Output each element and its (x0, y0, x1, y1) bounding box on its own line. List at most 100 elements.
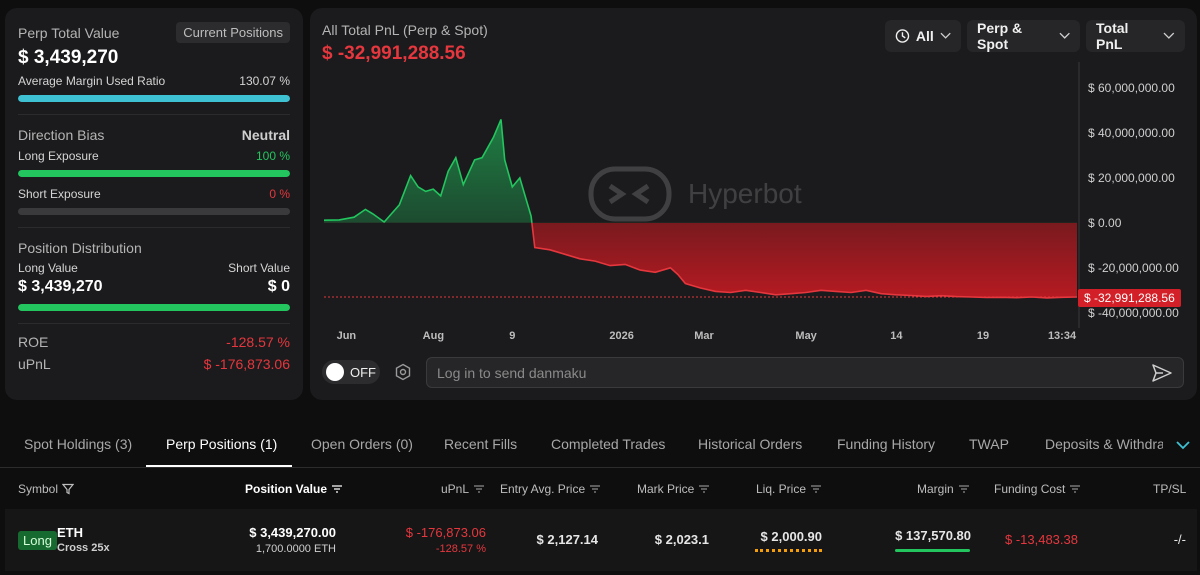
tab-deposits-withdrawals[interactable]: Deposits & Withdraw (1045, 436, 1163, 452)
x-tick-label: 9 (509, 330, 516, 342)
active-tab-indicator (146, 465, 292, 467)
send-icon[interactable] (1151, 363, 1173, 383)
chevron-down-icon[interactable] (1176, 440, 1190, 450)
col-liq-price-label: Liq. Price (756, 482, 807, 496)
avg-margin-bar (18, 95, 290, 102)
col-mark-price-label: Mark Price (637, 482, 695, 496)
long-exposure-value: 100 % (255, 149, 290, 163)
y-tick-label: $ -40,000,000.00 (1088, 305, 1179, 320)
liq-distance-indicator (755, 549, 822, 552)
x-tick-label: Mar (694, 330, 714, 342)
tab-completed-trades[interactable]: Completed Trades (551, 436, 665, 452)
tab-perp-positions[interactable]: Perp Positions (1) (166, 436, 277, 452)
tab-funding-history[interactable]: Funding History (837, 436, 935, 452)
sort-icon (1070, 485, 1081, 493)
danmaku-input[interactable] (437, 364, 1151, 381)
position-distribution-label: Position Distribution (18, 240, 142, 256)
liq-price: $ 2,000.90 (760, 529, 822, 544)
short-exposure-value: 0 % (269, 187, 290, 201)
avg-margin-value: 130.07 % (239, 74, 290, 88)
avg-margin-label: Average Margin Used Ratio (18, 74, 166, 88)
summary-card: Perp Total Value Current Positions $ 3,4… (5, 8, 303, 400)
y-tick-label: $ -20,000,000.00 (1088, 260, 1179, 275)
short-exposure-label: Short Exposure (18, 187, 101, 201)
x-tick-label: 14 (890, 330, 903, 342)
tab-twap[interactable]: TWAP (969, 436, 1009, 452)
tab-open-orders[interactable]: Open Orders (0) (311, 436, 413, 452)
col-mark-price[interactable]: Mark Price (637, 482, 710, 496)
margin-bar (895, 549, 970, 552)
short-value: $ 0 (267, 278, 290, 295)
col-funding-cost[interactable]: Funding Cost (994, 482, 1081, 496)
table-row[interactable]: Long ETH Cross 25x $ 3,439,270.00 1,700.… (5, 509, 1197, 571)
tab-recent-fills[interactable]: Recent Fills (444, 436, 517, 452)
current-positions-button[interactable]: Current Positions (176, 22, 290, 43)
direction-bias-value: Neutral (241, 127, 290, 143)
upnl-label: uPnL (18, 356, 51, 372)
avg-margin-bar-fill (18, 95, 290, 102)
roe-value: -128.57 % (226, 334, 290, 350)
current-value-label: $ -32,991,288.56 (1078, 289, 1181, 307)
y-tick-label: $ 20,000,000.00 (1088, 170, 1175, 185)
danmaku-input-box[interactable] (426, 357, 1184, 388)
funding-cost: $ -13,483.38 (1004, 532, 1078, 547)
leverage-label: Cross 25x (57, 542, 110, 554)
distribution-bar-fill (18, 304, 290, 311)
position-size: 1,700.0000 ETH (255, 543, 336, 555)
col-margin[interactable]: Margin (917, 482, 970, 496)
perp-total-value: $ 3,439,270 (18, 47, 119, 68)
col-margin-label: Margin (917, 482, 954, 496)
tab-historical-orders[interactable]: Historical Orders (698, 436, 802, 452)
upnl-percent: -128.57 % (435, 543, 486, 555)
col-position-value[interactable]: Position Value (245, 482, 343, 496)
col-entry-price[interactable]: Entry Avg. Price (500, 482, 601, 496)
col-upnl[interactable]: uPnL (441, 482, 485, 496)
sort-icon (332, 485, 343, 493)
x-tick-label: 13:34 (1047, 330, 1077, 342)
perp-total-value-label: Perp Total Value (18, 24, 120, 41)
tab-spot-holdings[interactable]: Spot Holdings (3) (24, 436, 132, 452)
coin-symbol[interactable]: ETH (57, 525, 83, 540)
divider (18, 227, 290, 228)
upnl-value: $ -176,873.06 (203, 356, 290, 372)
mark-price: $ 2,023.1 (654, 532, 709, 547)
roe-label: ROE (18, 334, 49, 350)
position-value: $ 3,439,270.00 (249, 525, 336, 540)
danmaku-toggle-label: OFF (350, 364, 376, 380)
short-value-label: Short Value (228, 261, 290, 275)
tpsl-value[interactable]: -/- (1174, 532, 1186, 547)
sort-icon (474, 485, 485, 493)
y-tick-label: $ 40,000,000.00 (1088, 125, 1175, 140)
margin-value: $ 137,570.80 (895, 528, 971, 543)
sort-icon (699, 485, 710, 493)
long-value: $ 3,439,270 (18, 278, 103, 295)
x-tick-label: Aug (422, 330, 445, 342)
col-symbol[interactable]: Symbol (18, 482, 75, 496)
positions-tabs: Spot Holdings (3) Perp Positions (1) Ope… (0, 420, 1200, 468)
col-entry-price-label: Entry Avg. Price (500, 482, 586, 496)
col-symbol-label: Symbol (18, 482, 59, 496)
col-liq-price[interactable]: Liq. Price (756, 482, 822, 496)
pnl-chart-card: All Total PnL (Perp & Spot) $ -32,991,28… (310, 8, 1197, 400)
y-tick-label: $ 60,000,000.00 (1088, 80, 1175, 95)
filter-icon[interactable] (62, 483, 75, 495)
entry-price: $ 2,127.14 (536, 532, 598, 547)
col-tpsl: TP/SL (1153, 482, 1187, 496)
sort-icon (958, 485, 969, 493)
long-value-label: Long Value (18, 261, 78, 275)
long-exposure-bar (18, 170, 290, 177)
x-tick-label: May (795, 330, 817, 342)
toggle-knob (326, 363, 344, 381)
side-badge: Long (18, 531, 57, 550)
y-tick-label: $ 0.00 (1088, 215, 1122, 230)
col-position-value-label: Position Value (245, 482, 328, 496)
direction-bias-label: Direction Bias (18, 127, 105, 143)
settings-icon[interactable] (394, 363, 412, 381)
x-tick-label: 2026 (609, 330, 634, 342)
long-exposure-label: Long Exposure (18, 149, 99, 163)
long-exposure-bar-fill (18, 170, 290, 177)
short-exposure-bar (18, 208, 290, 215)
distribution-bar (18, 304, 290, 311)
sort-icon (811, 485, 822, 493)
danmaku-toggle[interactable]: OFF (322, 360, 380, 384)
